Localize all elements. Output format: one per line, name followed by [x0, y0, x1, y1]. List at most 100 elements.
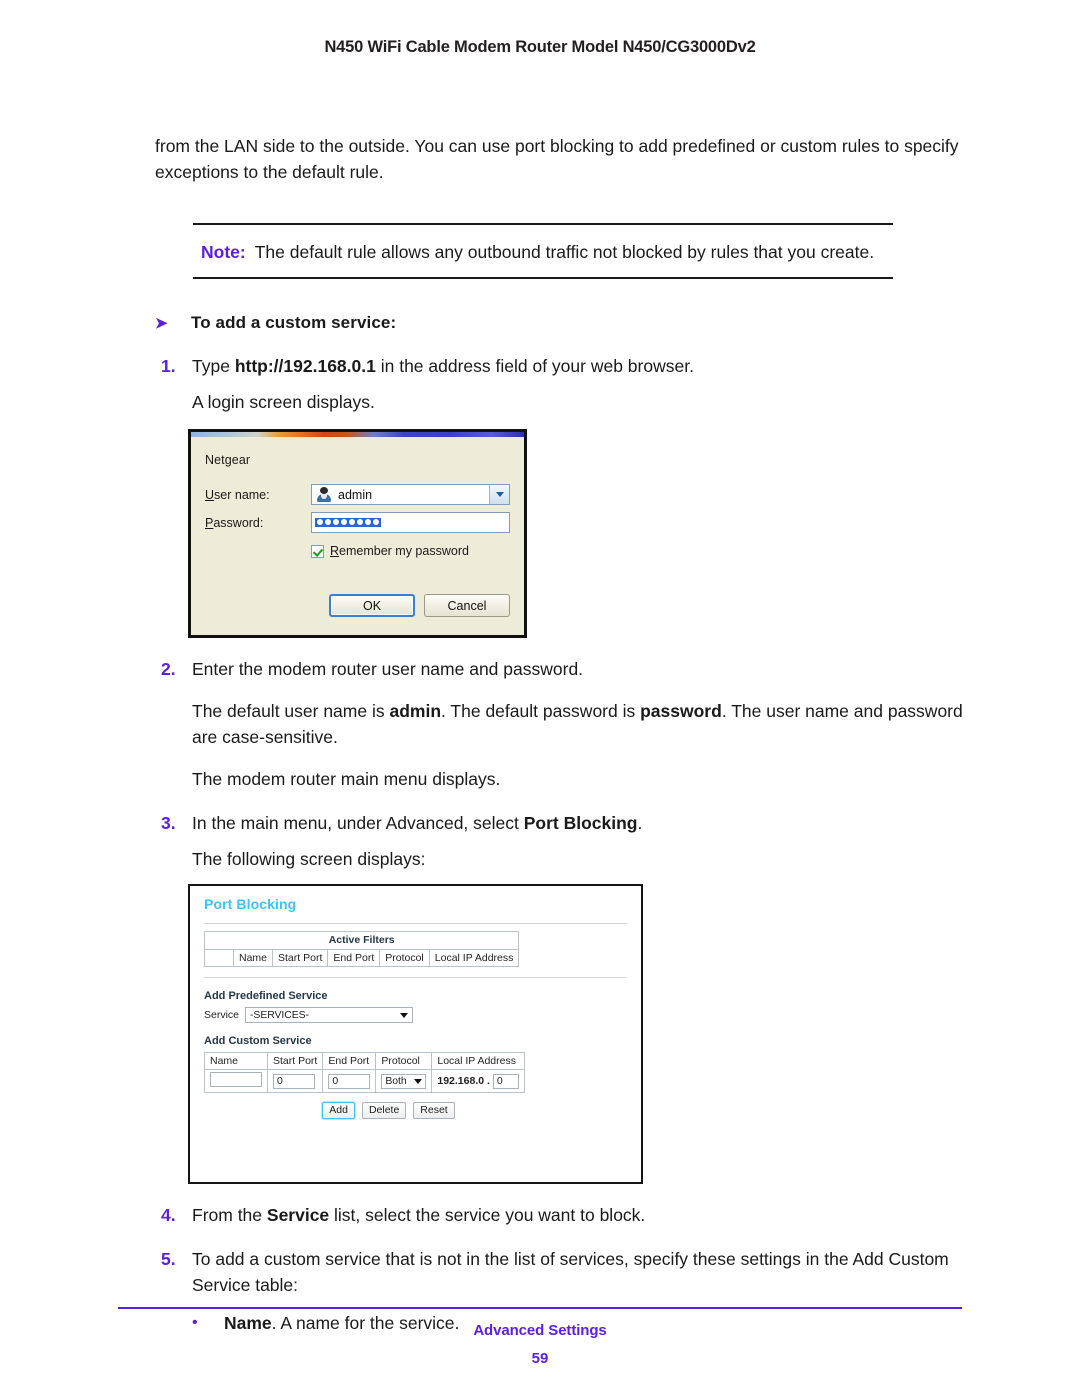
login-dialog-buttons: OK Cancel — [205, 594, 510, 617]
remember-password-label: Remember my password — [330, 544, 469, 558]
active-filters-caption-row: Active Filters — [203, 931, 520, 950]
step-3-number: 3. — [161, 813, 176, 833]
password-dot — [357, 519, 363, 525]
note-body: Note: The default rule allows any outbou… — [193, 225, 893, 277]
remember-password-row[interactable]: Remember my password — [311, 544, 510, 558]
acs-cell-name — [204, 1069, 268, 1093]
step-5-number: 5. — [161, 1249, 176, 1269]
step-4-bold: Service — [266, 1205, 330, 1225]
note-bottom-rule — [193, 277, 893, 279]
step-4-number: 4. — [161, 1205, 176, 1225]
service-select-value: -SERVICES- — [250, 1009, 309, 1021]
step-3-lead: In the main menu, under Advanced, select — [192, 813, 524, 833]
step-4-lead: From the — [192, 1205, 267, 1225]
step-1-bold: http://192.168.0.1 — [234, 356, 376, 376]
cancel-button[interactable]: Cancel — [424, 594, 510, 617]
acs-col-protocol: Protocol — [375, 1052, 433, 1070]
router-divider-middle — [204, 977, 627, 978]
password-label-rest: assword: — [213, 515, 264, 530]
step-3-follow: The following screen displays: — [192, 849, 426, 869]
active-filters-header-row: Name Start Port End Port Protocol Local … — [204, 949, 520, 967]
login-dialog-body: Netgear User name: admin Password: Remem… — [191, 437, 524, 635]
username-label: User name: — [205, 488, 311, 502]
step-1-tail: in the address field of your web browser… — [375, 356, 694, 376]
reset-button[interactable]: Reset — [413, 1102, 455, 1119]
username-combobox[interactable]: admin — [311, 484, 510, 505]
custom-end-port-input[interactable]: 0 — [328, 1073, 371, 1089]
service-label: Service — [204, 1009, 240, 1021]
acs-cell-end-port: 0 — [322, 1069, 377, 1093]
document-page: N450 WiFi Cable Modem Router Model N450/… — [0, 0, 1080, 1397]
password-dot — [365, 519, 371, 525]
chevron-down-icon — [414, 1078, 423, 1084]
password-dot — [333, 519, 339, 525]
password-field[interactable] — [311, 512, 510, 533]
step-2-body: Enter the modem router user name and pas… — [192, 656, 965, 682]
ok-button[interactable]: OK — [329, 594, 415, 617]
add-custom-service-heading: Add Custom Service — [204, 1035, 312, 1047]
step-2-follow-1: The default user name is admin. The defa… — [192, 698, 965, 750]
username-value: admin — [338, 487, 373, 502]
password-masked-value — [315, 518, 381, 527]
add-predefined-service-heading: Add Predefined Service — [204, 990, 328, 1002]
step-4-tail: list, select the service you want to blo… — [329, 1205, 646, 1225]
footer-page-number: 59 — [531, 1350, 549, 1367]
procedure-heading: ➤ To add a custom service: — [155, 313, 965, 335]
note-box: Note: The default rule allows any outbou… — [193, 223, 893, 279]
acs-cell-start-port: 0 — [266, 1069, 324, 1093]
router-divider-top — [204, 923, 627, 924]
af-col-name: Name — [232, 949, 274, 967]
step-2-number: 2. — [161, 659, 176, 679]
step-2-f1b: admin — [389, 701, 442, 721]
active-filters-table: Active Filters Name Start Port End Port … — [203, 931, 520, 967]
af-col-check — [204, 949, 234, 967]
custom-name-input[interactable] — [210, 1072, 262, 1087]
step-1-follow: A login screen displays. — [192, 392, 375, 412]
password-dot — [349, 519, 355, 525]
step-2-lead: Enter the modem router user name and pas… — [192, 659, 584, 679]
step-4-body: From the Service list, select the servic… — [192, 1202, 965, 1228]
service-select-row: Service -SERVICES- — [204, 1007, 627, 1023]
router-action-buttons: Add Delete Reset — [204, 1102, 627, 1119]
step-2-follow-2: The modem router main menu displays. — [192, 769, 501, 789]
note-text: The default rule allows any outbound tra… — [254, 242, 875, 262]
add-button[interactable]: Add — [322, 1102, 355, 1119]
custom-ip-prefix: 192.168.0 . — [437, 1075, 490, 1087]
acs-col-local-ip: Local IP Address — [431, 1052, 525, 1070]
router-page-title: Port Blocking — [204, 896, 297, 912]
password-row: Password: — [205, 512, 510, 533]
login-dialog-figure: Netgear User name: admin Password: Remem… — [188, 429, 527, 638]
custom-ip-host-input[interactable]: 0 — [492, 1073, 519, 1089]
intro-paragraph: from the LAN side to the outside. You ca… — [155, 136, 959, 182]
custom-local-ip-group: 192.168.0 . 0 — [437, 1073, 519, 1089]
step-5-lead: To add a custom service that is not in t… — [192, 1249, 949, 1295]
acs-header-row: Name Start Port End Port Protocol Local … — [204, 1052, 525, 1070]
acs-cell-protocol: Both — [375, 1069, 433, 1093]
chevron-down-icon[interactable] — [489, 485, 509, 504]
step-1-body: Type http://192.168.0.1 in the address f… — [192, 353, 965, 415]
password-dot — [373, 519, 379, 525]
remember-password-checkbox[interactable] — [311, 544, 324, 558]
step-5: 5. To add a custom service that is not i… — [155, 1246, 965, 1298]
af-col-end-port: End Port — [327, 949, 381, 967]
password-dot — [325, 519, 331, 525]
service-select[interactable]: -SERVICES- — [245, 1007, 414, 1023]
password-dot — [317, 519, 323, 525]
custom-protocol-select[interactable]: Both — [381, 1073, 427, 1089]
custom-start-port-input[interactable]: 0 — [273, 1073, 315, 1089]
username-row: User name: admin — [205, 484, 510, 505]
step-2-f1c: . The default password is — [441, 701, 641, 721]
router-screen-body: Port Blocking Active Filters Name Start … — [190, 886, 641, 1119]
acs-cell-local-ip: 192.168.0 . 0 — [431, 1069, 525, 1093]
login-app-name: Netgear — [205, 453, 251, 467]
page-content: from the LAN side to the outside. You ca… — [155, 133, 965, 1336]
delete-button[interactable]: Delete — [361, 1102, 407, 1119]
username-label-rest: ser name: — [214, 487, 270, 502]
step-5-body: To add a custom service that is not in t… — [192, 1246, 965, 1298]
port-blocking-figure: Port Blocking Active Filters Name Start … — [188, 884, 643, 1184]
footer-section-title: Advanced Settings — [473, 1322, 607, 1339]
af-col-protocol: Protocol — [379, 949, 430, 967]
password-dot — [341, 519, 347, 525]
remember-accel: R — [330, 544, 340, 558]
acs-col-end-port: End Port — [322, 1052, 377, 1070]
